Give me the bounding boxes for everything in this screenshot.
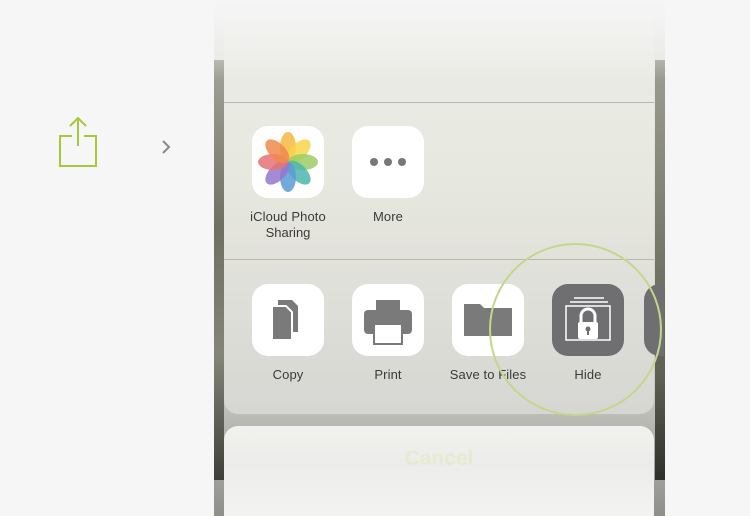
background-photo-edge — [655, 60, 665, 480]
sheet-divider — [224, 102, 654, 103]
top-fade — [214, 0, 665, 80]
app-label: iCloud Photo — [250, 209, 326, 224]
app-label: More — [372, 209, 404, 224]
share-icon — [58, 116, 98, 168]
cancel-button[interactable]: Cancel — [224, 426, 654, 516]
app-more[interactable]: More — [338, 126, 438, 225]
chevron-right-icon — [160, 139, 172, 155]
more-icon — [352, 126, 424, 198]
photos-icon — [252, 126, 324, 198]
cancel-label: Cancel — [404, 447, 474, 470]
highlight-ring — [489, 243, 662, 416]
background-photo-edge — [214, 60, 224, 480]
copy-icon — [252, 284, 324, 356]
printer-icon — [352, 284, 424, 356]
action-label: Copy — [272, 367, 304, 382]
app-icloud-photo-sharing[interactable]: iCloud Photo Sharing — [238, 126, 338, 241]
action-copy[interactable]: Copy — [238, 284, 338, 383]
action-label: Print — [374, 367, 402, 382]
app-label: Sharing — [265, 225, 311, 240]
action-print[interactable]: Print — [338, 284, 438, 383]
